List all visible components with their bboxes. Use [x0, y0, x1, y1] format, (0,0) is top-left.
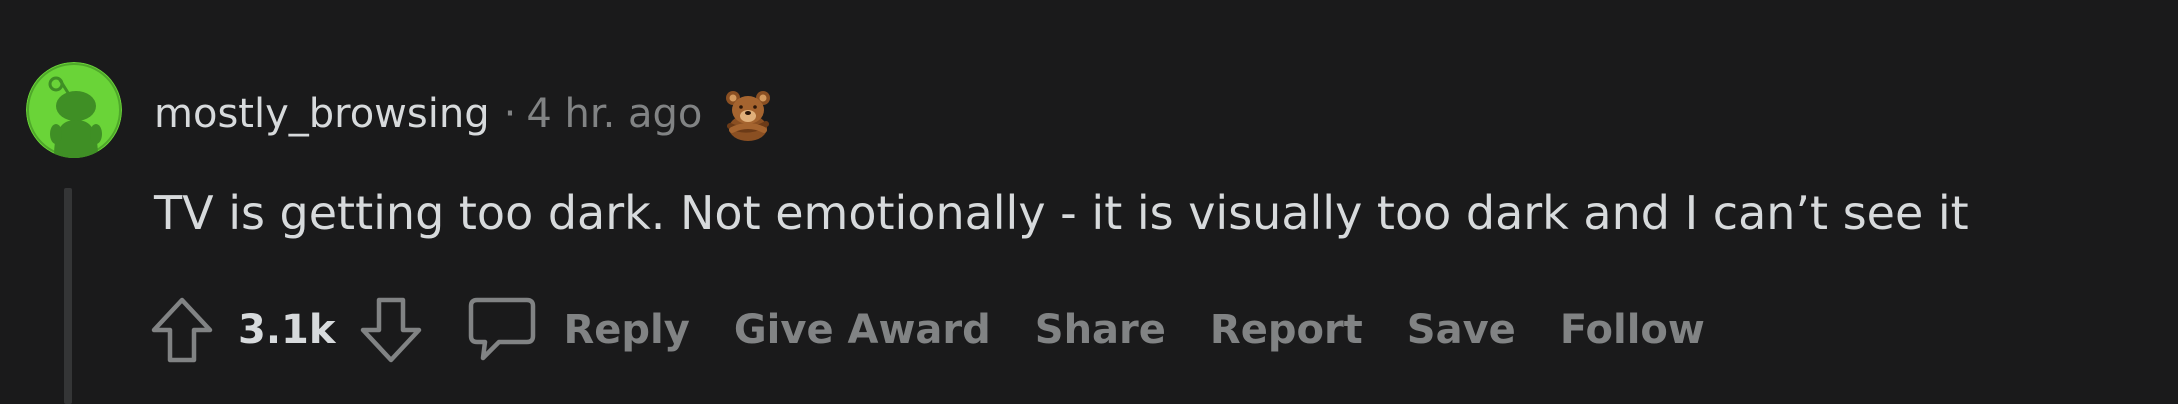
follow-button[interactable]: Follow [1560, 307, 1705, 353]
meta-separator: · [503, 91, 517, 137]
downvote-icon[interactable] [357, 294, 425, 366]
share-button[interactable]: Share [1035, 307, 1166, 353]
give-award-button[interactable]: Give Award [734, 307, 991, 353]
reply-label: Reply [563, 307, 690, 353]
username-link[interactable]: mostly_browsing [154, 91, 490, 137]
comment-body: TV is getting too dark. Not emotionally … [154, 186, 1969, 240]
comment: mostly_browsing · 4 hr. ago TV is gettin… [0, 0, 2178, 404]
avatar[interactable] [26, 62, 122, 158]
snoo-avatar-icon [26, 62, 122, 158]
thread-collapse-line[interactable] [64, 188, 72, 404]
timestamp-link[interactable]: 4 hr. ago [526, 91, 702, 137]
save-button[interactable]: Save [1407, 307, 1516, 353]
reply-button[interactable]: Reply [425, 294, 690, 366]
comment-actions: 3.1k Reply Give Award Share Report Save … [148, 290, 1705, 370]
bear-award-icon[interactable] [720, 86, 776, 142]
report-button[interactable]: Report [1210, 307, 1363, 353]
upvote-icon[interactable] [148, 294, 216, 366]
comment-meta: mostly_browsing · 4 hr. ago [154, 84, 776, 144]
comment-bubble-icon [467, 294, 537, 366]
vote-score: 3.1k [238, 307, 336, 353]
